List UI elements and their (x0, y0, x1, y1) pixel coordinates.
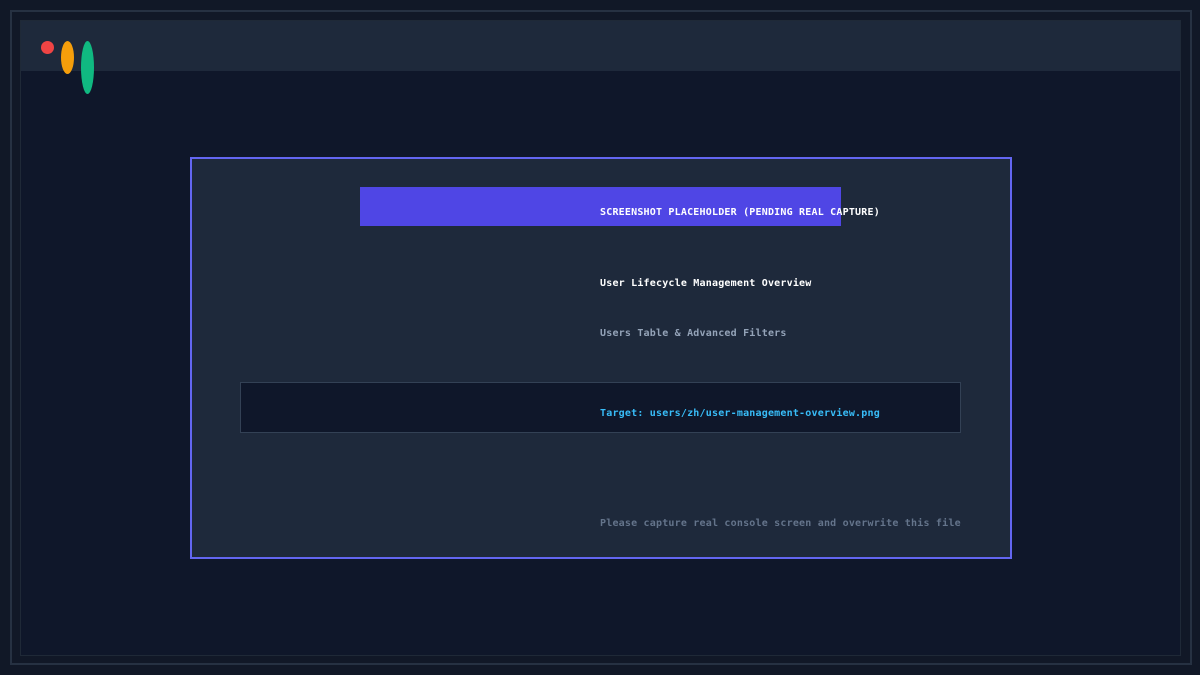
page-title: User Lifecycle Management Overview (600, 278, 812, 289)
target-path-text: Target: users/zh/user-management-overvie… (600, 408, 880, 419)
close-window-icon[interactable] (41, 41, 54, 54)
maximize-window-icon[interactable] (81, 41, 94, 94)
window-titlebar (21, 21, 1180, 71)
placeholder-panel: SCREENSHOT PLACEHOLDER (PENDING REAL CAP… (190, 157, 1012, 559)
capture-instruction: Please capture real console screen and o… (600, 518, 961, 529)
page-subtitle: Users Table & Advanced Filters (600, 328, 787, 339)
placeholder-banner-text: SCREENSHOT PLACEHOLDER (PENDING REAL CAP… (600, 207, 880, 218)
minimize-window-icon[interactable] (61, 41, 74, 74)
